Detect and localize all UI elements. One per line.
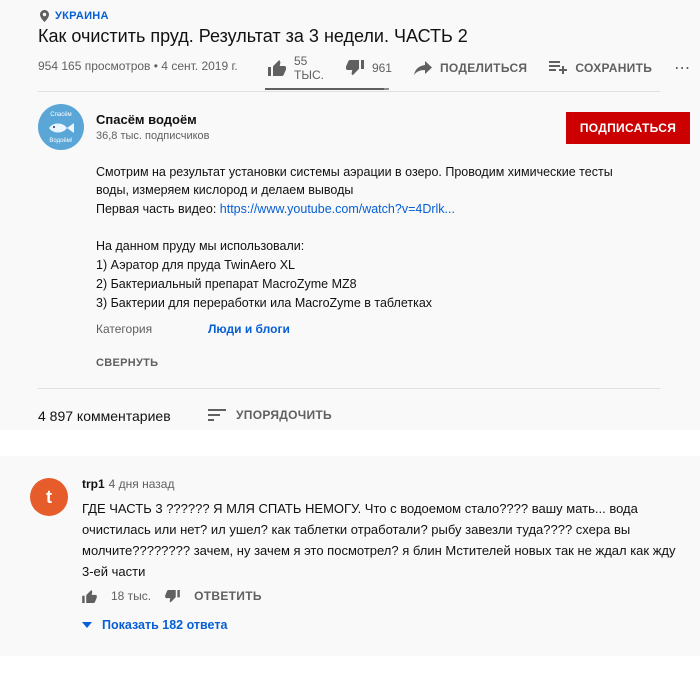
description-list-item: 3) Бактерии для переработки ила MacroZym… — [96, 296, 433, 310]
dislike-button[interactable]: 961 — [345, 60, 392, 76]
show-replies-label: Показать 182 ответа — [102, 618, 228, 632]
location-label: УКРАИНА — [55, 10, 109, 22]
divider — [38, 388, 660, 389]
channel-name[interactable]: Спасём водоём — [96, 112, 197, 127]
description-list-item: 1) Аэратор для пруда TwinAero XL — [96, 258, 295, 272]
share-button[interactable]: ПОДЕЛИТЬСЯ — [413, 61, 528, 75]
thumb-down-icon — [165, 589, 180, 602]
link-prefix: Первая часть видео: — [96, 202, 220, 216]
comment-text: ГДЕ ЧАСТЬ 3 ?????? Я МЛЯ СПАТЬ НЕМОГУ. Ч… — [82, 501, 676, 579]
like-ratio-fill — [265, 88, 385, 90]
save-label: СОХРАНИТЬ — [575, 61, 653, 75]
comment-author[interactable]: trp1 — [82, 477, 105, 491]
sort-icon — [208, 409, 226, 421]
first-part-link[interactable]: https://www.youtube.com/watch?v=4Drlk... — [220, 202, 455, 216]
description-list-item: 2) Бактериальный препарат MacroZyme MZ8 — [96, 277, 357, 291]
location-tag[interactable]: УКРАИНА — [40, 10, 109, 22]
description-line: воды, измеряем кислород и делаем выводы — [96, 183, 354, 197]
share-icon — [413, 61, 432, 75]
comment-actions: 18 тыс. ОТВЕТИТЬ — [82, 589, 262, 603]
comment-header: trp1 4 дня назад — [82, 477, 174, 491]
playlist-add-icon — [549, 61, 568, 75]
dislike-count: 961 — [371, 61, 392, 75]
thumb-down-icon — [345, 60, 364, 76]
thumb-up-icon — [268, 60, 286, 76]
video-meta: 954 165 просмотров • 4 сент. 2019 г. — [38, 59, 238, 73]
category-link[interactable]: Люди и блоги — [208, 322, 290, 336]
channel-avatar[interactable]: Спасём Водоём! — [38, 104, 84, 150]
video-actions: 55 ТЫС. 961 ПОДЕЛИТЬСЯ СОХРАНИТЬ ⋯ — [268, 54, 700, 82]
reply-button[interactable]: ОТВЕТИТЬ — [194, 589, 262, 603]
more-dots-icon: ⋯ — [674, 60, 691, 77]
like-count: 55 ТЫС. — [294, 54, 324, 82]
comment-count: 4 897 комментариев — [38, 408, 171, 424]
more-actions-button[interactable]: ⋯ — [674, 58, 690, 78]
divider — [38, 91, 660, 92]
thumb-up-icon — [82, 589, 97, 603]
caret-down-icon — [82, 622, 92, 628]
save-button[interactable]: СОХРАНИТЬ — [549, 61, 652, 75]
comment-like-button[interactable] — [82, 589, 97, 603]
sort-button[interactable]: УПОРЯДОЧИТЬ — [208, 408, 332, 422]
collapse-button[interactable]: СВЕРНУТЬ — [96, 357, 158, 369]
subscribe-button[interactable]: ПОДПИСАТЬСЯ — [566, 112, 690, 144]
video-title: Как очистить пруд. Результат за 3 недели… — [38, 26, 468, 46]
like-button[interactable]: 55 ТЫС. — [268, 54, 324, 82]
show-replies-button[interactable]: Показать 182 ответа — [82, 618, 227, 632]
avatar-text-top: Спасём — [50, 112, 72, 118]
like-ratio-bar — [265, 88, 389, 90]
description-link-line: Первая часть видео: https://www.youtube.… — [96, 200, 686, 218]
description-line: Смотрим на результат установки системы а… — [96, 165, 613, 179]
share-label: ПОДЕЛИТЬСЯ — [439, 61, 528, 75]
subscriber-count: 36,8 тыс. подписчиков — [96, 130, 210, 142]
description-list-title: На данном пруду мы использовали: — [96, 239, 305, 253]
sort-label: УПОРЯДОЧИТЬ — [236, 408, 332, 422]
commenter-avatar[interactable]: t — [30, 478, 68, 516]
comment-dislike-button[interactable] — [165, 589, 180, 603]
fish-logo-icon — [49, 123, 74, 133]
comment-like-count: 18 тыс. — [111, 589, 152, 603]
category-label: Категория — [96, 322, 153, 336]
location-pin-icon — [40, 10, 49, 22]
avatar-text-bottom: Водоём! — [49, 138, 73, 144]
comment-time[interactable]: 4 дня назад — [109, 477, 175, 491]
